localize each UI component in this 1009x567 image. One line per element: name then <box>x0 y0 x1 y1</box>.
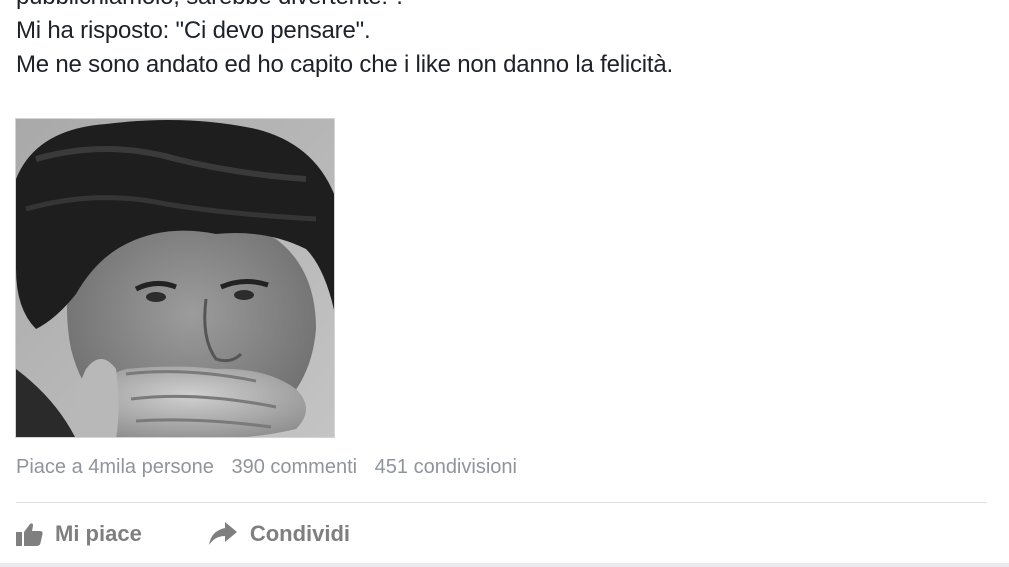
divider <box>16 502 987 503</box>
like-button[interactable]: Mi piace <box>16 521 142 547</box>
post-text-line: pubblichiamolo, sarebbe divertente!". <box>16 0 673 14</box>
comments-count[interactable]: 390 commenti <box>231 456 357 478</box>
post-text-line: Me ne sono andato ed ho capito che i lik… <box>16 51 673 78</box>
post-actions: Mi piace Condividi <box>16 516 350 552</box>
post-stats: Piace a 4mila persone 390 commenti 451 c… <box>16 456 529 479</box>
shares-count[interactable]: 451 condivisioni <box>375 456 517 478</box>
portrait-image <box>16 119 334 437</box>
post-photo[interactable] <box>15 118 335 438</box>
post-text-line: Mi ha risposto: "Ci devo pensare". <box>16 17 371 44</box>
share-label: Condividi <box>249 521 351 546</box>
like-label: Mi piace <box>55 521 142 546</box>
thumbs-up-icon <box>16 522 43 546</box>
likes-count[interactable]: Piace a 4mila persone <box>16 456 214 478</box>
post-bottom-border <box>0 563 1009 567</box>
post-text: pubblichiamolo, sarebbe divertente!". Mi… <box>16 0 673 82</box>
facebook-post: pubblichiamolo, sarebbe divertente!". Mi… <box>0 0 1009 567</box>
share-button[interactable]: Condividi <box>208 521 350 547</box>
share-arrow-icon <box>208 522 238 546</box>
